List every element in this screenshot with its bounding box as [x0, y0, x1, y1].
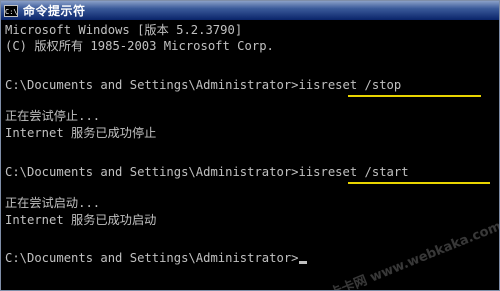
- prompt-text: C:\Documents and Settings\Administrator>: [5, 251, 299, 265]
- console-line-prompt-3: C:\Documents and Settings\Administrator>: [5, 251, 307, 266]
- console-line-stopping: 正在尝试停止...: [5, 109, 101, 123]
- highlight-underline: [348, 182, 490, 184]
- console-line-version: Microsoft Windows [版本 5.2.3790]: [5, 23, 243, 37]
- console-line-stopped: Internet 服务已成功停止: [5, 126, 157, 140]
- console-line-started: Internet 服务已成功启动: [5, 213, 157, 227]
- command-iisreset-start: iisreset /start: [298, 165, 409, 179]
- console-line-prompt-2: C:\Documents and Settings\Administrator>…: [5, 165, 409, 180]
- prompt-text: C:\Documents and Settings\Administrator>: [5, 165, 299, 179]
- title-bar[interactable]: C:\ 命令提示符: [1, 1, 499, 20]
- text-cursor: [298, 261, 307, 264]
- console-line-copyright: (C) 版权所有 1985-2003 Microsoft Corp.: [5, 39, 274, 53]
- prompt-text: C:\Documents and Settings\Administrator>: [5, 78, 299, 92]
- console-line-prompt-1: C:\Documents and Settings\Administrator>…: [5, 78, 401, 93]
- highlight-underline: [348, 95, 481, 97]
- cmd-icon: C:\: [4, 4, 18, 17]
- command-iisreset-stop: iisreset /stop: [298, 78, 402, 92]
- window-title: 命令提示符: [23, 4, 86, 18]
- console-line-starting: 正在尝试启动...: [5, 196, 101, 210]
- command-prompt-window[interactable]: C:\ 命令提示符 Microsoft Windows [版本 5.2.3790…: [0, 0, 500, 291]
